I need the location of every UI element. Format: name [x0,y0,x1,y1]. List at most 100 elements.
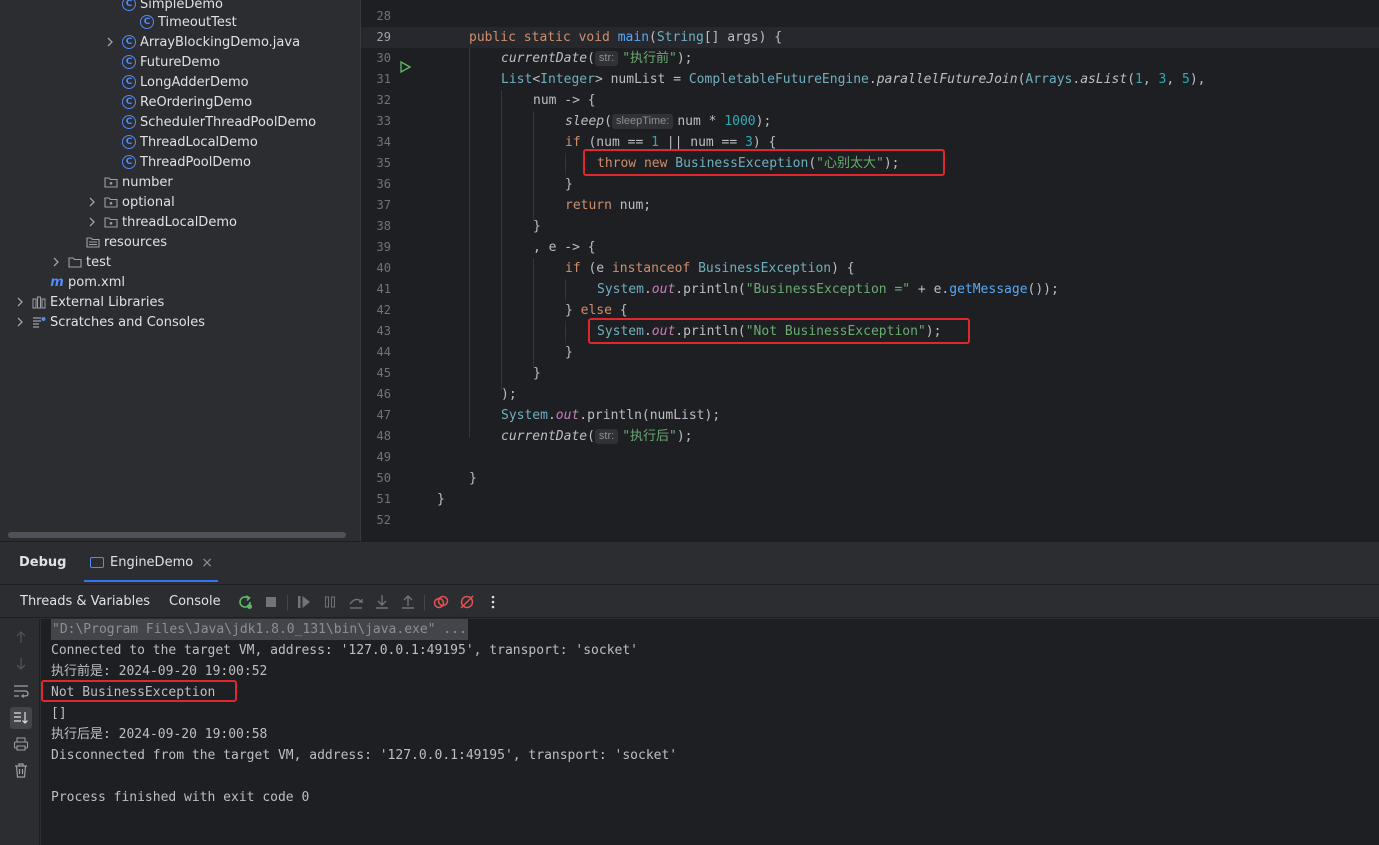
code-line: 38 } [376,219,541,234]
pause-icon[interactable] [321,593,339,611]
horizontal-scrollbar[interactable] [8,532,346,538]
step-over-icon[interactable] [347,593,365,611]
tab-console[interactable]: Console [169,594,221,609]
folder-icon [68,255,82,269]
code-line: 31 List<Integer> numList = CompletableFu… [376,72,1206,87]
tree-item-resources[interactable]: resources [0,232,360,252]
soft-wrap-icon[interactable] [12,682,30,700]
console-line: Disconnected from the target VM, address… [51,748,678,763]
code-line: 37 return num; [376,198,652,213]
tree-item-longadderdemo[interactable]: C LongAdderDemo [0,72,360,92]
tree-item-threadpooldemo[interactable]: C ThreadPoolDemo [0,152,360,172]
debug-header: Debug EngineDemo × [0,542,1379,583]
class-icon: C [122,75,136,89]
view-breakpoints-icon[interactable] [432,593,450,611]
code-line: 44 } [376,345,573,360]
code-line: 30 currentDate(str: "执行前"); [376,51,693,66]
code-line: 41 System.out.println("BusinessException… [376,282,1059,297]
console-side-toolbar [0,619,40,845]
scratches-icon [32,315,46,329]
resources-folder-icon [86,235,100,249]
chevron-right-icon[interactable] [50,256,62,268]
tree-item-number[interactable]: number [0,172,360,192]
code-line: 36 } [376,177,573,192]
debug-toolbar: Threads & Variables Console [0,584,1379,618]
console-line: [] [51,706,67,721]
code-line: 49 [376,450,391,464]
resume-icon[interactable] [295,593,313,611]
trash-icon[interactable] [12,761,30,779]
tree-item-scratches[interactable]: Scratches and Consoles [0,312,360,332]
code-line: 39 , e -> { [376,240,596,255]
class-icon: C [122,135,136,149]
code-line: 48 currentDate(str: "执行后"); [376,429,693,444]
code-editor[interactable]: 28 29 public static void main(String[] a… [360,0,1379,541]
arrow-up-icon[interactable] [12,628,30,646]
highlight-box-console [41,680,237,702]
chevron-right-icon[interactable] [86,216,98,228]
stop-icon[interactable] [262,593,280,611]
mute-breakpoints-icon[interactable] [458,593,476,611]
tree-item-optional[interactable]: optional [0,192,360,212]
code-line: 45 } [376,366,541,381]
tree-item-schedulerthreadpooldemo[interactable]: C SchedulerThreadPoolDemo [0,112,360,132]
highlight-box-throw [583,149,945,176]
maven-icon: m [50,274,64,290]
scroll-to-end-icon[interactable] [10,707,32,729]
package-icon [104,195,118,209]
class-icon: C [122,155,136,169]
console-line: 执行前是: 2024-09-20 19:00:52 [51,664,268,679]
code-line: 32 num -> { [376,93,596,108]
code-line: 52 [376,513,391,527]
tree-item-arrayblockingdemo[interactable]: C ArrayBlockingDemo.java [0,32,360,52]
arrow-down-icon[interactable] [12,655,30,673]
run-config-tab[interactable]: EngineDemo × [88,542,215,583]
tree-item-threadlocaldemo[interactable]: C ThreadLocalDemo [0,132,360,152]
console-line: Connected to the target VM, address: '12… [51,643,638,658]
tree-item-test[interactable]: test [0,252,360,272]
code-line: 47 System.out.println(numList); [376,408,721,423]
code-line: 50 } [376,471,477,486]
code-line: 29 public static void main(String[] args… [361,27,1379,74]
run-config-icon [90,557,104,568]
tree-item-threadlocaldemo-package[interactable]: threadLocalDemo [0,212,360,232]
tree-item-reorderingdemo[interactable]: C ReOrderingDemo [0,92,360,112]
tab-threads-variables[interactable]: Threads & Variables [20,594,150,609]
chevron-right-icon[interactable] [14,296,26,308]
print-icon[interactable] [12,735,30,753]
code-line: 28 [376,9,391,23]
step-into-icon[interactable] [373,593,391,611]
code-line: 51 } [376,492,445,507]
highlight-box-not-business [588,318,970,344]
package-icon [104,215,118,229]
class-icon: C [140,15,154,29]
tree-item-timeouttest[interactable]: C TimeoutTest [0,12,360,32]
console-line: Process finished with exit code 0 [51,790,310,805]
chevron-right-icon[interactable] [14,316,26,328]
class-icon: C [122,0,136,11]
libraries-icon [32,295,46,309]
class-icon: C [122,55,136,69]
tree-item-pom-xml[interactable]: m pom.xml [0,272,360,292]
code-line: 40 if (e instanceof BusinessException) { [376,261,855,276]
chevron-right-icon[interactable] [86,196,98,208]
active-tab-indicator [84,580,218,582]
class-icon: C [122,115,136,129]
package-icon [104,175,118,189]
class-icon: C [122,95,136,109]
project-tree: C SimpleDemo C TimeoutTest C ArrayBlockingD… [0,0,360,541]
rerun-icon[interactable] [236,593,254,611]
debug-tool-window: Debug EngineDemo × Threads & Variables C… [0,541,1379,845]
more-options-icon[interactable] [484,593,502,611]
console-output[interactable]: "D:\Program Files\Java\jdk1.8.0_131\bin\… [41,619,1379,845]
tree-item-futuredemo[interactable]: C FutureDemo [0,52,360,72]
console-line: 执行后是: 2024-09-20 19:00:58 [51,727,268,742]
step-out-icon[interactable] [399,593,417,611]
tree-item-external-libraries[interactable]: External Libraries [0,292,360,312]
code-line: 46 ); [376,387,517,402]
close-icon[interactable]: × [201,555,213,571]
class-icon: C [122,35,136,49]
debug-title: Debug [19,555,67,570]
console-command-line: "D:\Program Files\Java\jdk1.8.0_131\bin\… [51,619,468,640]
chevron-right-icon[interactable] [104,36,116,48]
